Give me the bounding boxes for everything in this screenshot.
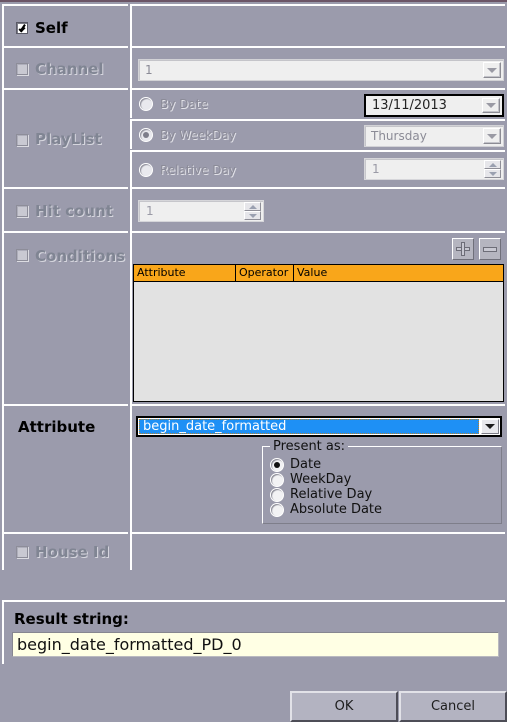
playlist-byweekday-cell: By WeekDay Thursday [130, 119, 505, 149]
result-panel: Result string: begin_date_formatted_PD_0 [2, 600, 505, 664]
present-as-option-relative-day[interactable]: Relative Day [271, 487, 501, 502]
conditions-checkbox[interactable] [16, 249, 28, 261]
present-as-weekday-radio[interactable] [271, 473, 283, 486]
row-channel: Channel 1 [0, 46, 507, 90]
row-conditions: Conditions Attribute Operator Value [0, 231, 507, 406]
present-as-weekday-label: WeekDay [290, 472, 352, 487]
result-string-label: Result string: [14, 610, 129, 628]
playlist-byweekday-radio[interactable] [140, 129, 152, 141]
column-header-attribute[interactable]: Attribute [134, 265, 236, 282]
present-as-option-absolute-date[interactable]: Absolute Date [271, 502, 501, 517]
hitcount-label-cell[interactable]: Hit count [2, 187, 128, 233]
result-string-field[interactable]: begin_date_formatted_PD_0 [12, 632, 499, 657]
hitcount-label: Hit count [35, 201, 113, 220]
playlist-relativeday-label: Relative Day [160, 163, 236, 177]
playlist-bydate-radio[interactable] [140, 98, 152, 110]
playlist-relativeday-cell: Relative Day 1 [130, 150, 505, 188]
column-header-operator[interactable]: Operator [236, 265, 294, 282]
row-hit-count: Hit count 1 [0, 187, 507, 233]
houseid-content-cell [130, 532, 505, 570]
channel-content-cell: 1 [130, 46, 505, 90]
present-as-groupbox: Present as: Date WeekDay Relative Day Ab… [262, 439, 502, 524]
houseid-label: House Id [35, 542, 110, 561]
channel-label-cell[interactable]: Channel [2, 46, 128, 90]
spinner-up-icon[interactable] [244, 202, 261, 211]
playlist-date-value: 13/11/2013 [372, 98, 447, 113]
row-playlist: PlayList By Date 13/11/2013 By WeekDay T… [0, 88, 507, 189]
playlist-bydate-label: By Date [160, 97, 208, 111]
conditions-label: Conditions [35, 247, 126, 265]
row-house-id: House Id [0, 532, 507, 570]
playlist-byweekday-label: By WeekDay [160, 128, 236, 142]
attribute-label: Attribute [18, 418, 96, 436]
hitcount-content-cell: 1 [130, 187, 505, 233]
chevron-down-icon[interactable] [483, 128, 501, 144]
houseid-checkbox[interactable] [16, 546, 28, 558]
playlist-bydate-cell: By Date 13/11/2013 [130, 88, 505, 118]
add-condition-button[interactable] [452, 238, 474, 260]
channel-combobox[interactable]: 1 [138, 59, 504, 81]
hitcount-spinner[interactable]: 1 [138, 200, 264, 222]
playlist-relativeday-radio[interactable] [140, 164, 152, 176]
present-as-absolute-date-label: Absolute Date [290, 502, 383, 517]
chevron-down-icon[interactable] [483, 62, 501, 78]
column-header-value[interactable]: Value [294, 265, 503, 282]
hitcount-checkbox[interactable] [16, 205, 28, 217]
present-as-relative-day-radio[interactable] [271, 488, 283, 501]
row-self: Self [0, 4, 507, 50]
property-dialog: Self Channel 1 PlayList By Date 13/11/20… [0, 0, 507, 722]
spinner-buttons[interactable] [244, 202, 261, 220]
chevron-down-icon[interactable] [481, 419, 499, 434]
present-as-option-weekday[interactable]: WeekDay [271, 472, 501, 487]
playlist-checkbox[interactable] [16, 133, 28, 146]
spinner-buttons[interactable] [484, 160, 501, 178]
self-content-cell [130, 4, 505, 50]
present-as-date-label: Date [290, 457, 322, 472]
plus-icon [456, 242, 470, 256]
attribute-combobox[interactable]: begin_date_formatted [136, 416, 502, 437]
playlist-relativeday-value: 1 [372, 162, 380, 176]
minus-icon [483, 246, 497, 252]
spinner-down-icon[interactable] [244, 211, 261, 220]
chevron-down-icon[interactable] [482, 98, 500, 113]
present-as-date-radio[interactable] [271, 458, 283, 471]
attribute-label-cell: Attribute [2, 404, 128, 534]
spinner-up-icon[interactable] [484, 160, 501, 169]
houseid-label-cell[interactable]: House Id [2, 532, 128, 570]
self-label-cell[interactable]: Self [2, 4, 128, 50]
playlist-relativeday-spinner[interactable]: 1 [364, 158, 504, 180]
conditions-content-cell: Attribute Operator Value [130, 231, 505, 406]
playlist-weekday-combobox[interactable]: Thursday [364, 125, 504, 147]
present-as-title: Present as: [270, 439, 349, 454]
playlist-date-combobox[interactable]: 13/11/2013 [364, 94, 504, 117]
present-as-absolute-date-radio[interactable] [271, 503, 283, 516]
playlist-weekday-value: Thursday [371, 129, 427, 143]
conditions-table-body[interactable] [134, 282, 503, 401]
channel-combobox-value: 1 [145, 63, 153, 77]
conditions-table-header: Attribute Operator Value [134, 265, 503, 282]
self-checkbox[interactable] [16, 22, 28, 34]
present-as-relative-day-label: Relative Day [290, 487, 373, 502]
conditions-table[interactable]: Attribute Operator Value [133, 264, 504, 402]
hitcount-value: 1 [146, 204, 154, 218]
spinner-down-icon[interactable] [484, 169, 501, 178]
cancel-button[interactable]: Cancel [399, 691, 507, 722]
conditions-label-cell[interactable]: Conditions [2, 231, 128, 406]
self-label: Self [35, 18, 68, 37]
ok-button[interactable]: OK [290, 691, 398, 722]
channel-checkbox[interactable] [16, 63, 28, 75]
remove-condition-button[interactable] [479, 238, 501, 260]
attribute-combobox-value: begin_date_formatted [139, 419, 479, 434]
playlist-label-cell[interactable]: PlayList [2, 88, 128, 189]
present-as-option-date[interactable]: Date [271, 457, 501, 472]
playlist-label: PlayList [35, 130, 102, 148]
channel-label: Channel [35, 59, 104, 78]
